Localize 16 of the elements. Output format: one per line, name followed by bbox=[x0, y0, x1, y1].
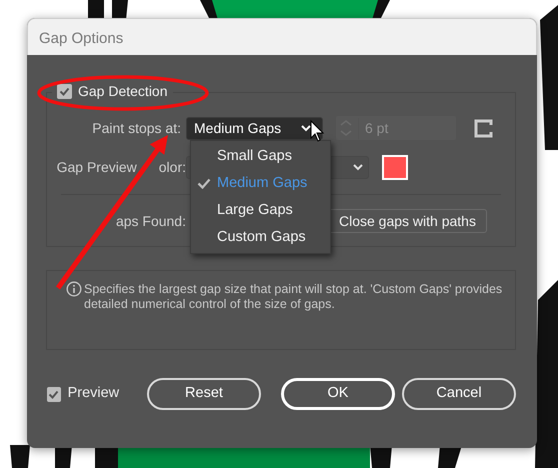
field-label: aps Found: bbox=[116, 212, 186, 228]
help-text: Specifies the largest gap size that paint will stop at. 'Custom Gaps' provides detailed numerical control of the size of gaps. bbox=[84, 282, 504, 313]
menu-item[interactable]: Large Gaps bbox=[191, 197, 330, 224]
menu-item[interactable]: Custom Gaps bbox=[191, 224, 330, 251]
dialog-button[interactable]: Cancel bbox=[402, 378, 516, 410]
checkbox-label: Preview bbox=[68, 384, 120, 404]
dialog-button[interactable]: OK bbox=[281, 378, 395, 410]
window-title: Gap Options bbox=[39, 30, 124, 47]
checkbox-label: Gap Detection bbox=[78, 82, 168, 101]
dialog-button[interactable]: Reset bbox=[147, 378, 261, 410]
field-label: Paint stops at: bbox=[91, 118, 182, 138]
dropdown[interactable]: Medium Gaps bbox=[186, 116, 323, 140]
field-label: olor: bbox=[158, 158, 186, 176]
close-gaps-button[interactable]: Close gaps with paths bbox=[328, 209, 487, 233]
menu-item[interactable]: Small Gaps bbox=[191, 143, 330, 170]
field-label: Gap Preview bbox=[56, 158, 137, 177]
